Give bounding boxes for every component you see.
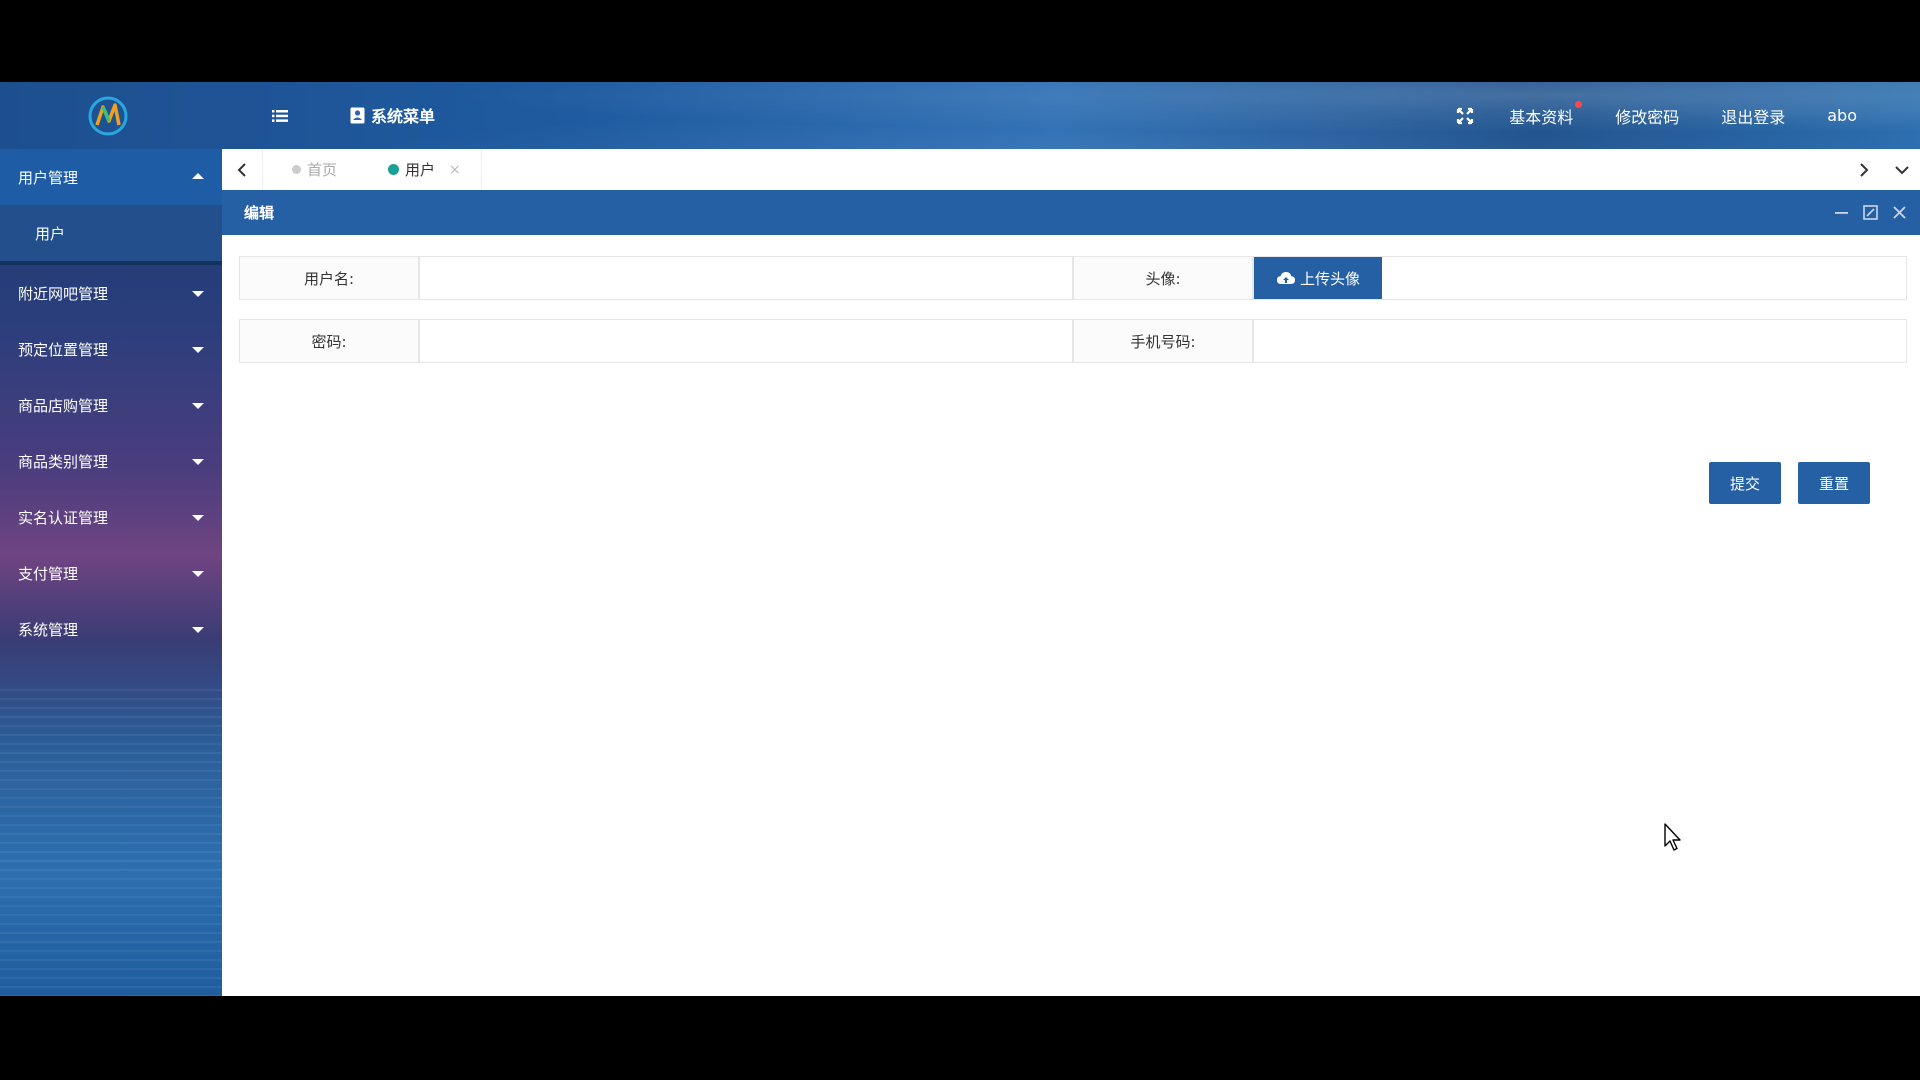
sidebar-item-payment[interactable]: 支付管理 xyxy=(0,545,222,601)
form-actions: 提交 重置 xyxy=(1709,462,1870,504)
upload-avatar-button[interactable]: 上传头像 xyxy=(1254,257,1382,299)
sidebar-group-label: 用户管理 xyxy=(18,168,79,187)
caret-down-icon xyxy=(192,515,204,521)
reset-button[interactable]: 重置 xyxy=(1798,462,1870,504)
chevron-left-icon xyxy=(237,162,246,177)
submit-button[interactable]: 提交 xyxy=(1709,462,1781,504)
maximize-icon[interactable] xyxy=(1862,204,1879,221)
caret-down-icon xyxy=(192,459,204,465)
cursor-icon xyxy=(1664,823,1681,851)
menu-icon xyxy=(350,107,365,123)
panel-title: 编辑 xyxy=(244,204,275,222)
tab-menu-dropdown[interactable] xyxy=(1884,149,1920,190)
profile-link[interactable]: 基本资料 xyxy=(1509,100,1583,128)
top-header: 系统菜单 基本资料 修改密码 退出登录 abo xyxy=(0,82,1920,149)
sidebar: 用户管理 用户 附近网吧管理 预定位置管理 商品店购管理 商品类别管理 实名认证… xyxy=(0,149,222,996)
avatar-label: 头像: xyxy=(1073,256,1253,300)
notice-dot xyxy=(1575,100,1583,108)
chevron-down-icon xyxy=(1895,165,1909,174)
tab-bar: 首页 用户 × xyxy=(222,149,1920,191)
tab-scroll-right[interactable] xyxy=(1844,149,1884,190)
sidebar-item-product-category[interactable]: 商品类别管理 xyxy=(0,433,222,489)
logo-icon xyxy=(88,96,128,136)
phone-input[interactable] xyxy=(1253,319,1907,363)
caret-down-icon xyxy=(192,571,204,577)
menu-toggle-icon[interactable] xyxy=(268,104,292,128)
caret-down-icon xyxy=(192,627,204,633)
change-password-link[interactable]: 修改密码 xyxy=(1615,104,1679,128)
username-label: 用户名: xyxy=(239,256,419,300)
system-menu-label: 系统菜单 xyxy=(371,107,436,126)
tab-scroll-left[interactable] xyxy=(222,149,263,190)
sidebar-item-label: 附近网吧管理 xyxy=(18,284,109,303)
sidebar-subitem-label: 用户 xyxy=(35,224,66,243)
sidebar-item-seat-reservation[interactable]: 预定位置管理 xyxy=(0,321,222,377)
sidebar-item-real-name-auth[interactable]: 实名认证管理 xyxy=(0,489,222,545)
form-row: 用户名: 头像: 上传头像 xyxy=(239,256,1907,300)
panel-controls xyxy=(1833,190,1908,235)
sidebar-item-nearby-cafe[interactable]: 附近网吧管理 xyxy=(0,265,222,321)
tab-home-label: 首页 xyxy=(307,161,338,179)
fullscreen-icon[interactable] xyxy=(1455,106,1475,126)
tab-user-label: 用户 xyxy=(405,161,436,179)
username-input[interactable] xyxy=(419,256,1073,300)
sidebar-item-product-purchase[interactable]: 商品店购管理 xyxy=(0,377,222,433)
close-icon[interactable] xyxy=(1891,204,1908,221)
sidebar-item-label: 系统管理 xyxy=(18,620,79,639)
edit-panel-header: 编辑 xyxy=(222,190,1920,235)
caret-down-icon xyxy=(192,291,204,297)
tab-user[interactable]: 用户 × xyxy=(388,149,482,190)
form-row: 密码: 手机号码: xyxy=(239,319,1907,363)
sidebar-item-label: 实名认证管理 xyxy=(18,508,109,527)
avatar-upload-field: 上传头像 xyxy=(1253,256,1907,300)
sidebar-item-label: 商品类别管理 xyxy=(18,452,109,471)
cloud-upload-icon xyxy=(1276,272,1295,284)
chevron-right-icon xyxy=(1860,162,1869,177)
sidebar-item-system[interactable]: 系统管理 xyxy=(0,601,222,657)
sidebar-item-label: 商品店购管理 xyxy=(18,396,109,415)
sidebar-item-label: 支付管理 xyxy=(18,564,79,583)
upload-avatar-label: 上传头像 xyxy=(1299,269,1360,288)
profile-link-label: 基本资料 xyxy=(1509,107,1574,127)
password-label: 密码: xyxy=(239,319,419,363)
app-window: 系统菜单 基本资料 修改密码 退出登录 abo 用户管理 用户 附近网吧管理 预… xyxy=(0,82,1920,996)
letterbox-top xyxy=(0,0,1920,82)
sidebar-group-user-management[interactable]: 用户管理 xyxy=(0,149,222,205)
letterbox-bottom xyxy=(0,996,1920,1080)
sidebar-subitem-user[interactable]: 用户 xyxy=(0,205,222,265)
header-right: 基本资料 修改密码 退出登录 abo xyxy=(1455,82,1920,149)
phone-label: 手机号码: xyxy=(1073,319,1253,363)
logout-link[interactable]: 退出登录 xyxy=(1721,104,1785,128)
tab-close-icon[interactable]: × xyxy=(449,162,461,178)
username[interactable]: abo xyxy=(1827,106,1857,125)
minimize-icon[interactable] xyxy=(1833,204,1850,221)
tab-home[interactable]: 首页 xyxy=(292,149,337,190)
caret-down-icon xyxy=(192,403,204,409)
system-menu-button[interactable]: 系统菜单 xyxy=(350,102,435,128)
caret-down-icon xyxy=(192,347,204,353)
sidebar-item-label: 预定位置管理 xyxy=(18,340,109,359)
caret-up-icon xyxy=(192,173,204,179)
password-input[interactable] xyxy=(419,319,1073,363)
tab-active-dot xyxy=(388,164,399,175)
tab-dot xyxy=(292,165,301,174)
